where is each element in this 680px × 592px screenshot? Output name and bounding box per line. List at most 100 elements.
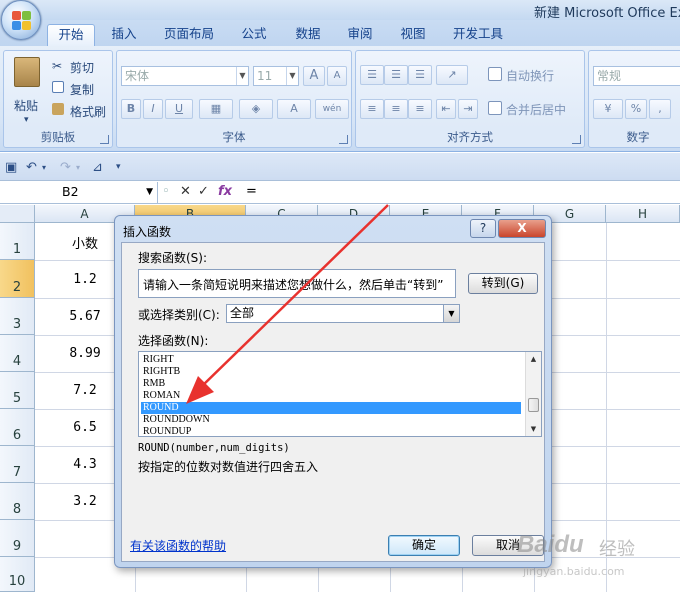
- increase-indent-button[interactable]: ⇥: [458, 99, 478, 119]
- dialog-body: 搜索函数(S): 请输入一条简短说明来描述您想做什么，然后单击“转到” 转到(G…: [121, 242, 545, 562]
- scroll-up-icon[interactable]: ▲: [526, 352, 541, 366]
- function-help-link[interactable]: 有关该函数的帮助: [130, 537, 226, 554]
- paste-dropdown-icon[interactable]: ▾: [24, 115, 29, 125]
- resize-handle-icon[interactable]: ◦: [162, 184, 170, 199]
- row-header-8[interactable]: 8: [0, 483, 35, 520]
- category-select[interactable]: 全部 ▼: [226, 304, 460, 323]
- undo-dropdown-icon[interactable]: ▾: [42, 163, 46, 172]
- percent-button[interactable]: %: [625, 99, 647, 119]
- help-button[interactable]: ?: [470, 219, 496, 238]
- formula-input[interactable]: =: [246, 184, 257, 199]
- list-item-selected[interactable]: ROUND: [141, 402, 521, 414]
- cut-button[interactable]: 剪切: [70, 59, 94, 76]
- number-group-label: 数字: [626, 130, 650, 144]
- ok-button[interactable]: 确定: [388, 535, 460, 556]
- list-item[interactable]: RMB: [141, 378, 521, 390]
- row-header-6[interactable]: 6: [0, 409, 35, 446]
- format-painter-button[interactable]: 格式刷: [70, 103, 106, 120]
- paste-button[interactable]: 粘贴: [14, 97, 38, 114]
- italic-button[interactable]: I: [143, 99, 163, 119]
- customize-qat-icon[interactable]: ▾: [116, 162, 121, 172]
- save-icon[interactable]: ▣: [5, 160, 17, 175]
- select-all-corner[interactable]: [0, 205, 35, 223]
- align-left-button[interactable]: ≡: [360, 99, 384, 119]
- cancel-icon[interactable]: ✕: [180, 184, 191, 199]
- scroll-down-icon[interactable]: ▼: [526, 422, 541, 436]
- redo-icon[interactable]: ↷: [60, 160, 71, 175]
- phonetic-button[interactable]: wén: [315, 99, 349, 119]
- comma-button[interactable]: ,: [649, 99, 671, 119]
- tab-data[interactable]: 数据: [288, 24, 328, 46]
- align-middle-button[interactable]: ☰: [384, 65, 408, 85]
- office-button[interactable]: [1, 0, 41, 40]
- undo-icon[interactable]: ↶: [26, 160, 37, 175]
- tab-home[interactable]: 开始: [47, 24, 95, 46]
- row-number: 8: [12, 502, 22, 517]
- wrap-text-button[interactable]: 自动换行: [506, 67, 554, 84]
- row-header-9[interactable]: 9: [0, 520, 35, 557]
- orientation-button[interactable]: ↗: [436, 65, 468, 85]
- list-item[interactable]: RIGHTB: [141, 366, 521, 378]
- copy-button[interactable]: 复制: [70, 81, 94, 98]
- name-box[interactable]: B2 ▼: [0, 182, 158, 203]
- row-header-10[interactable]: 10: [0, 557, 35, 592]
- font-size-combo[interactable]: 11 ▼: [253, 66, 299, 86]
- align-top-button[interactable]: ☰: [360, 65, 384, 85]
- column-header-h[interactable]: H: [606, 205, 680, 223]
- alignment-launcher-icon[interactable]: [572, 135, 581, 144]
- chart-wizard-icon[interactable]: ⊿: [92, 160, 103, 175]
- align-center-button[interactable]: ≡: [384, 99, 408, 119]
- font-color-button[interactable]: A: [277, 99, 311, 119]
- scroll-thumb[interactable]: [528, 398, 539, 412]
- font-size-value: 11: [257, 69, 273, 83]
- shrink-font-button[interactable]: A: [327, 66, 347, 86]
- list-item[interactable]: RIGHT: [141, 354, 521, 366]
- clipboard-launcher-icon[interactable]: [100, 135, 109, 144]
- row-header-7[interactable]: 7: [0, 446, 35, 483]
- list-item[interactable]: ROUNDUP: [141, 426, 521, 436]
- list-scrollbar[interactable]: ▲ ▼: [525, 352, 541, 436]
- font-launcher-icon[interactable]: [339, 135, 348, 144]
- row-number: 7: [12, 465, 22, 480]
- font-name-combo[interactable]: 宋体 ▼: [121, 66, 249, 86]
- borders-button[interactable]: ▦: [199, 99, 233, 119]
- search-input[interactable]: 请输入一条简短说明来描述您想做什么，然后单击“转到”: [138, 269, 456, 298]
- align-bottom-button[interactable]: ☰: [408, 65, 432, 85]
- row-header-4[interactable]: 4: [0, 335, 35, 372]
- formula-buttons: ◦ ✕ ✓ fx: [160, 182, 240, 203]
- goto-button[interactable]: 转到(G): [468, 273, 538, 294]
- function-list[interactable]: RIGHT RIGHTB RMB ROMAN ROUND ROUNDDOWN R…: [138, 351, 542, 437]
- grow-font-button[interactable]: A: [303, 66, 325, 86]
- list-item[interactable]: ROUNDDOWN: [141, 414, 521, 426]
- row-number: 10: [8, 574, 26, 589]
- tab-insert[interactable]: 插入: [104, 24, 144, 46]
- quick-access-toolbar: ▣ ↶ ▾ ↷ ▾ ⊿ ▾: [0, 153, 680, 181]
- tab-view[interactable]: 视图: [393, 24, 433, 46]
- tab-review[interactable]: 审阅: [340, 24, 380, 46]
- underline-button[interactable]: U: [165, 99, 193, 119]
- row-header-2[interactable]: 2: [0, 260, 35, 298]
- category-value: 全部: [230, 306, 255, 320]
- number-format-combo[interactable]: 常规: [593, 66, 680, 86]
- row-number: 2: [12, 280, 22, 295]
- tab-page-layout[interactable]: 页面布局: [158, 24, 220, 46]
- redo-dropdown-icon[interactable]: ▾: [76, 163, 80, 172]
- merge-center-button[interactable]: 合并后居中: [506, 101, 566, 118]
- close-button[interactable]: X: [498, 219, 546, 238]
- tab-developer[interactable]: 开发工具: [446, 24, 510, 46]
- row-header-5[interactable]: 5: [0, 372, 35, 409]
- currency-button[interactable]: ¥: [593, 99, 623, 119]
- align-right-button[interactable]: ≡: [408, 99, 432, 119]
- chevron-down-icon: ▼: [443, 305, 459, 322]
- list-item[interactable]: ROMAN: [141, 390, 521, 402]
- row-header-3[interactable]: 3: [0, 298, 35, 335]
- fill-color-button[interactable]: ◈: [239, 99, 273, 119]
- row-header-1[interactable]: 1: [0, 223, 35, 260]
- insert-function-icon[interactable]: fx: [218, 184, 232, 199]
- decrease-indent-button[interactable]: ⇤: [436, 99, 456, 119]
- chevron-down-icon: ▼: [286, 67, 298, 85]
- enter-icon[interactable]: ✓: [198, 184, 209, 199]
- tab-formulas[interactable]: 公式: [234, 24, 274, 46]
- bold-button[interactable]: B: [121, 99, 141, 119]
- row-number: 6: [12, 428, 22, 443]
